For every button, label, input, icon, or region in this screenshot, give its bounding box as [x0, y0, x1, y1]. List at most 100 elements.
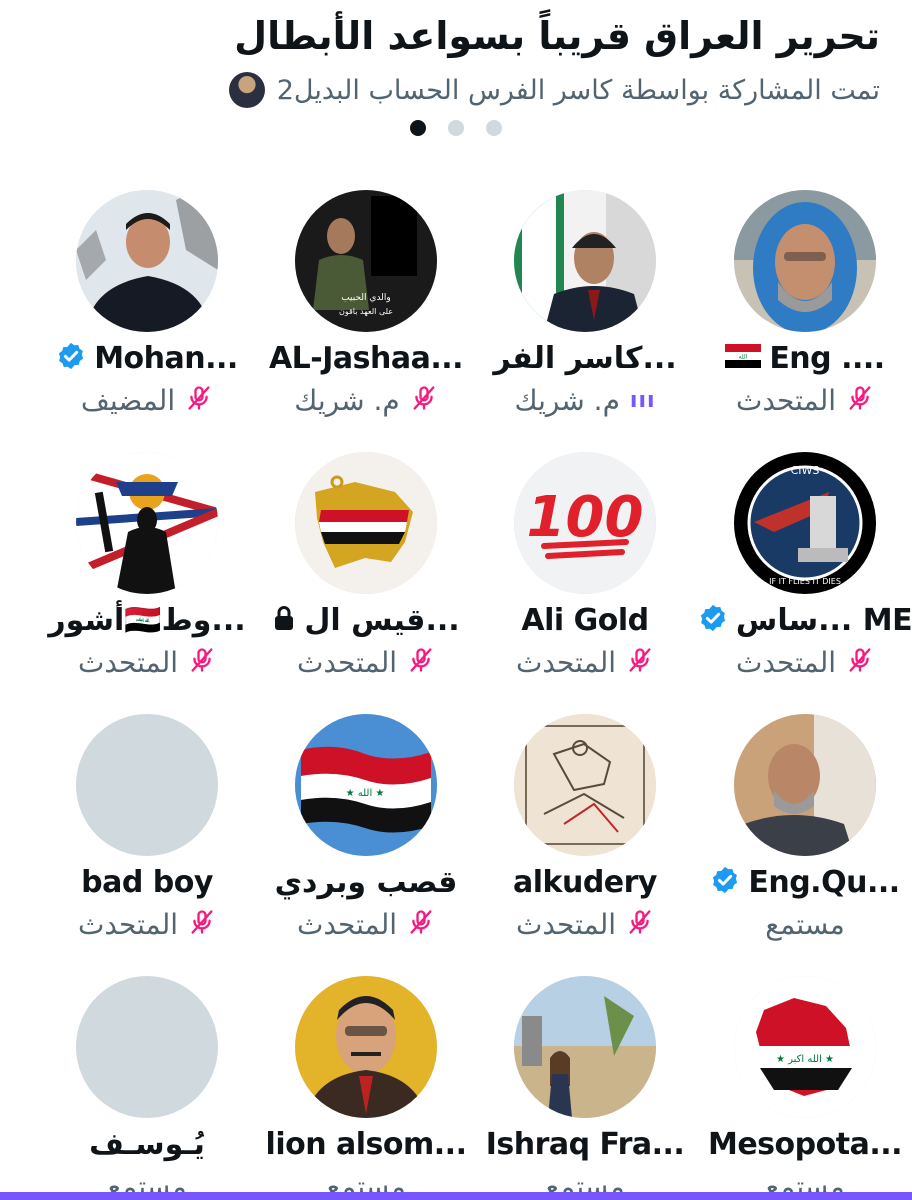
participant-role-row: المتحدث: [494, 904, 676, 944]
space-title: تحرير العراق قريباً بسواعد الأبطال: [234, 14, 880, 58]
participant-card[interactable]: الله Eng .... المتحدث: [714, 180, 912, 442]
participant-name-row: lion alsom...: [266, 1122, 467, 1166]
participant-name-row: AL-Jashaa...: [269, 336, 464, 380]
participant-name-row: Mesopota...: [708, 1122, 903, 1166]
svg-text:IF IT FLIES IT DIES: IF IT FLIES IT DIES: [769, 577, 841, 586]
participant-card[interactable]: ★ الله ★ قصب وبردي المتحدث: [275, 704, 495, 966]
participant-card[interactable]: bad boy المتحدث: [56, 704, 276, 966]
participant-avatar[interactable]: [76, 452, 218, 594]
participant-card[interactable]: lion alsom... مستمع: [266, 966, 495, 1200]
participant-name: ساس... ME: [735, 602, 912, 638]
participant-name-row: يُـوسـف: [56, 1122, 238, 1166]
verified-badge-icon: [710, 865, 740, 899]
speaking-indicator: ııı: [629, 387, 656, 413]
participant-card[interactable]: Mohan... المضيف: [56, 180, 276, 442]
participant-avatar[interactable]: [514, 976, 656, 1118]
sharer-avatar[interactable]: [228, 72, 265, 108]
participant-avatar[interactable]: [514, 190, 656, 332]
iraq-flag-icon: الله: [725, 344, 762, 372]
participant-name-row: أشور🇮🇶وط...: [48, 598, 246, 642]
participant-name-row: ساس... ME: [700, 598, 912, 642]
participant-card[interactable]: alkudery المتحدث: [494, 704, 714, 966]
participant-role-row: ııı م. شريك: [494, 380, 676, 420]
space-header: تحرير العراق قريباً بسواعد الأبطال تمت ا…: [0, 0, 912, 160]
mic-off-icon: [846, 384, 874, 416]
participant-name: أشور🇮🇶وط...: [48, 602, 246, 638]
participant-role: المتحدث: [735, 383, 837, 417]
participant-avatar[interactable]: [76, 976, 218, 1118]
participant-avatar[interactable]: [295, 976, 437, 1118]
participant-role: المتحدث: [515, 645, 617, 679]
participant-role: م. شريك: [514, 383, 620, 417]
participant-card[interactable]: والدي الحبيب على العهد باقون AL-Jashaa... م…: [269, 180, 495, 442]
participant-role: مستمع: [765, 907, 845, 941]
page-dot-3[interactable]: [486, 120, 502, 136]
participant-name-row: Ali Gold: [494, 598, 676, 642]
participant-name: Eng ....: [769, 340, 885, 376]
participant-card[interactable]: ★ الله اكبر ★ Mesopota... مستمع: [708, 966, 912, 1200]
participant-avatar[interactable]: والدي الحبيب على العهد باقون: [295, 190, 437, 332]
participant-name: قيس ال...: [304, 602, 460, 638]
participant-avatar[interactable]: CIWS IF IT FLIES IT DIES: [734, 452, 876, 594]
mic-off-icon: [626, 908, 654, 940]
participant-name-row: Mohan...: [56, 336, 238, 380]
participant-avatar[interactable]: [76, 190, 218, 332]
participant-avatar[interactable]: [76, 714, 218, 856]
participant-card[interactable]: Eng.Qu... مستمع: [713, 704, 912, 966]
shared-by-text: تمت المشاركة بواسطة كاسر الفرس الحساب ال…: [276, 74, 880, 106]
mic-off-icon: [846, 646, 874, 678]
participant-role-row: المتحدث: [275, 642, 457, 682]
svg-text:CIWS: CIWS: [791, 464, 820, 477]
participant-role-row: المتحدث: [275, 904, 457, 944]
participant-avatar[interactable]: [514, 714, 656, 856]
participant-name-row: كاسر الفر...: [493, 336, 677, 380]
svg-text:★ الله اكبر ★: ★ الله اكبر ★: [776, 1054, 834, 1065]
participant-name: Mesopota...: [707, 1126, 903, 1162]
participant-card[interactable]: Ishraq Fra... مستمع: [486, 966, 714, 1200]
svg-text:★ الله ★: ★ الله ★: [346, 788, 385, 799]
page-dot-1[interactable]: [410, 120, 426, 136]
participant-name: alkudery: [512, 864, 658, 900]
participant-avatar[interactable]: ★ الله اكبر ★: [734, 976, 876, 1118]
mic-off-icon: [410, 384, 438, 416]
participant-role-row: مستمع: [714, 904, 896, 944]
participant-role: المتحدث: [77, 645, 179, 679]
participant-card[interactable]: أشور🇮🇶وط... المتحدث: [48, 442, 276, 704]
participant-card[interactable]: قيس ال... المتحدث: [275, 442, 495, 704]
participant-avatar[interactable]: [734, 714, 876, 856]
participant-role-row: المتحدث: [714, 380, 896, 420]
page-dot-2[interactable]: [448, 120, 464, 136]
participant-name: AL-Jashaa...: [268, 340, 464, 376]
accent-bar: [0, 1192, 912, 1200]
participant-role: م. شريك: [294, 383, 400, 417]
mic-off-icon: [188, 908, 216, 940]
participant-role: المضيف: [80, 383, 176, 417]
participant-card[interactable]: CIWS IF IT FLIES IT DIES ساس... ME المتحدث: [700, 442, 912, 704]
participant-name: Eng.Qu...: [748, 864, 900, 900]
participant-role-row: المتحدث: [494, 642, 676, 682]
participant-name: Ishraq Fra...: [485, 1126, 685, 1162]
participant-role: المتحدث: [296, 907, 398, 941]
page-indicator[interactable]: [0, 120, 912, 136]
participant-role: المتحدث: [296, 645, 398, 679]
participant-role: المتحدث: [515, 907, 617, 941]
shared-by-line[interactable]: تمت المشاركة بواسطة كاسر الفرس الحساب ال…: [228, 70, 880, 110]
participant-avatar[interactable]: [734, 190, 876, 332]
participant-avatar[interactable]: [295, 452, 437, 594]
participant-role-row: المتحدث: [56, 904, 238, 944]
mic-off-icon: [407, 908, 435, 940]
participant-avatar[interactable]: ★ الله ★: [295, 714, 437, 856]
participant-card[interactable]: كاسر الفر... ııı م. شريك: [493, 180, 714, 442]
participant-avatar[interactable]: 100: [514, 452, 656, 594]
participant-name-row: قصب وبردي: [274, 860, 458, 904]
participant-name-row: Ishraq Fra...: [486, 1122, 685, 1166]
participant-role-row: المضيف: [56, 380, 238, 420]
participant-card[interactable]: يُـوسـف مستمع: [56, 966, 276, 1200]
svg-text:على العهد باقون: على العهد باقون: [339, 307, 393, 316]
participant-name: bad boy: [81, 864, 213, 900]
mic-off-icon: [407, 646, 435, 678]
participant-role-row: المتحدث: [56, 642, 238, 682]
participant-card[interactable]: 100 Ali Gold المتحدث: [494, 442, 714, 704]
participant-name: قصب وبردي: [274, 864, 458, 900]
verified-badge-icon: [56, 341, 86, 375]
